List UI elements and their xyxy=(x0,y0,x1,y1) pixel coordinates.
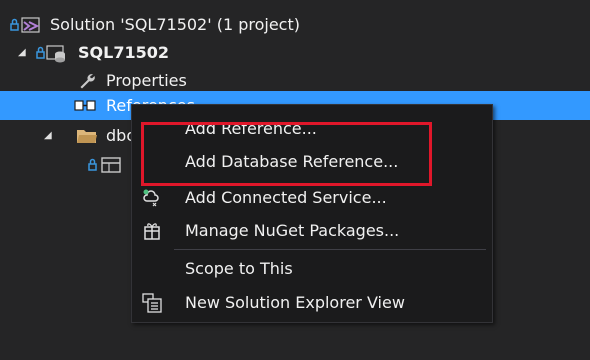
menu-item-label: Scope to This xyxy=(185,259,293,278)
connected-service-icon xyxy=(141,182,163,214)
solution-icon xyxy=(10,10,42,39)
menu-item-label: New Solution Explorer View xyxy=(185,293,405,312)
menu-item-label: Manage NuGet Packages... xyxy=(185,221,400,240)
solution-explorer: Solution 'SQL71502' (1 project) ◢ SQL715… xyxy=(0,0,590,360)
expanded-arrow-icon[interactable]: ◢ xyxy=(44,121,56,150)
nuget-package-icon xyxy=(141,215,163,247)
folder-icon xyxy=(74,121,100,150)
project-label: SQL71502 xyxy=(78,43,169,62)
menu-separator xyxy=(174,249,486,250)
menu-item-scope-to-this[interactable]: Scope to This xyxy=(132,253,492,285)
menu-item-manage-nuget-packages[interactable]: Manage NuGet Packages... xyxy=(132,215,492,247)
tree-item-project[interactable]: ◢ SQL71502 xyxy=(0,38,590,67)
menu-item-add-connected-service[interactable]: Add Connected Service... xyxy=(132,182,492,214)
tree-item-solution[interactable]: Solution 'SQL71502' (1 project) xyxy=(0,10,590,39)
solution-label: Solution 'SQL71502' (1 project) xyxy=(50,15,300,34)
highlight-annotation-box xyxy=(141,122,432,186)
expanded-arrow-icon[interactable]: ◢ xyxy=(18,38,30,67)
references-icon xyxy=(72,91,98,120)
table-icon xyxy=(88,150,128,179)
menu-item-label: Add Connected Service... xyxy=(185,188,387,207)
new-explorer-view-icon xyxy=(141,287,163,319)
database-project-icon xyxy=(36,38,76,67)
menu-item-new-solution-explorer-view[interactable]: New Solution Explorer View xyxy=(132,287,492,319)
